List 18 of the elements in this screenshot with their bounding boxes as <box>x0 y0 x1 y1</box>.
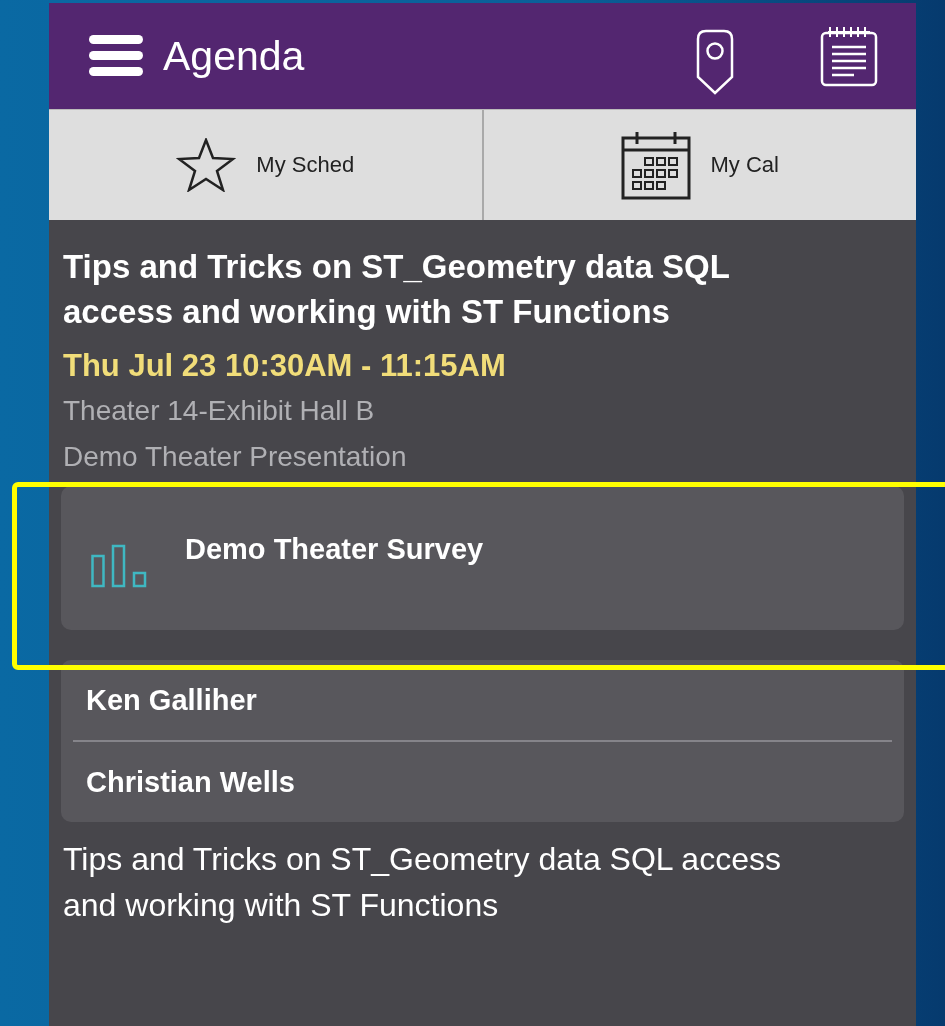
map-pin-icon[interactable] <box>694 29 736 95</box>
speaker-name[interactable]: Christian Wells <box>73 740 892 822</box>
notepad-icon[interactable] <box>820 25 878 87</box>
menu-icon[interactable] <box>89 33 143 79</box>
session-description: Tips and Tricks on ST_Geometry data SQL access and working with ST Functions <box>63 840 782 925</box>
calendar-icon <box>620 130 691 200</box>
session-title: Tips and Tricks on ST_Geometry data SQL access and working with ST Functions <box>63 247 731 332</box>
star-icon <box>176 138 237 192</box>
speaker-name[interactable]: Ken Galliher <box>73 660 892 740</box>
survey-card[interactable]: Demo Theater Survey <box>61 486 904 630</box>
session-location: Theater 14-Exhibit Hall B <box>63 394 376 428</box>
app-title: Agenda <box>163 32 305 80</box>
session-time: Thu Jul 23 10:30AM - 11:15AM <box>63 347 507 385</box>
tab[interactable]: My Sched <box>49 110 482 220</box>
bar-chart-icon <box>91 544 149 588</box>
tab[interactable]: My Cal <box>481 110 916 220</box>
session-type: Demo Theater Presentation <box>63 440 408 474</box>
survey-label: Demo Theater Survey <box>185 532 484 566</box>
